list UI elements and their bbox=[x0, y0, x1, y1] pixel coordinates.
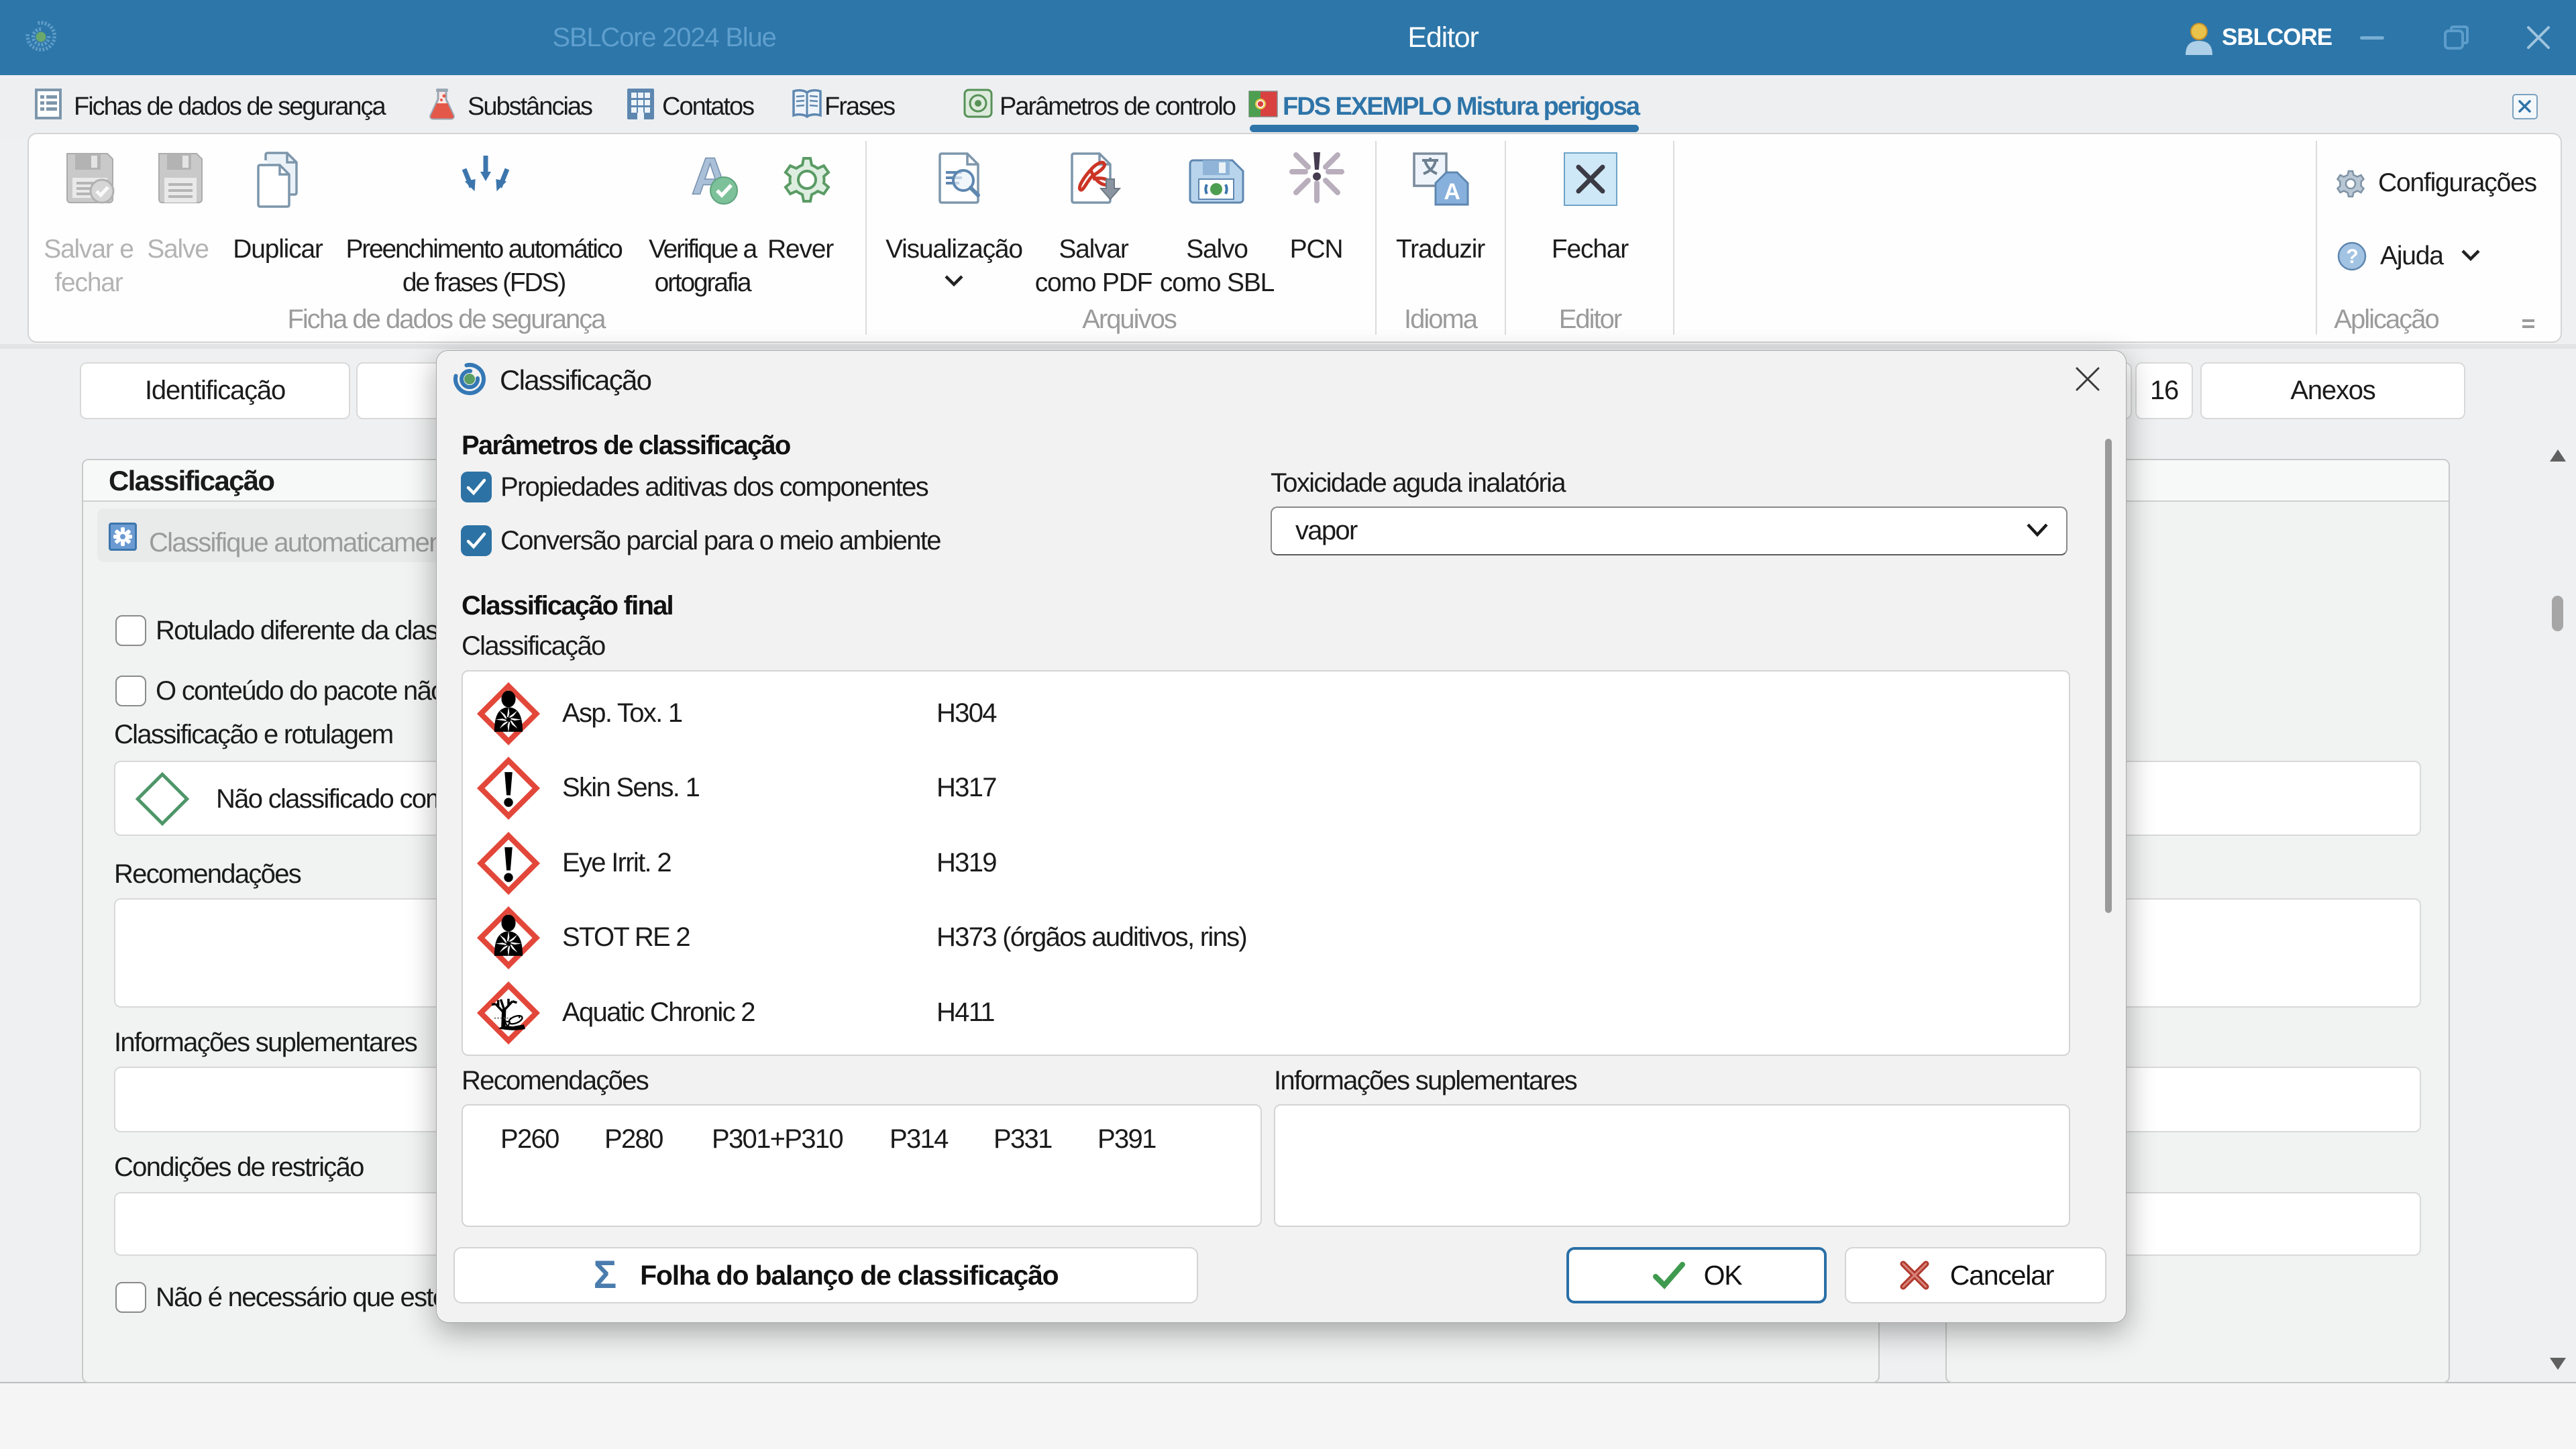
svg-text:A: A bbox=[1444, 179, 1460, 205]
svg-text:?: ? bbox=[2346, 246, 2357, 268]
